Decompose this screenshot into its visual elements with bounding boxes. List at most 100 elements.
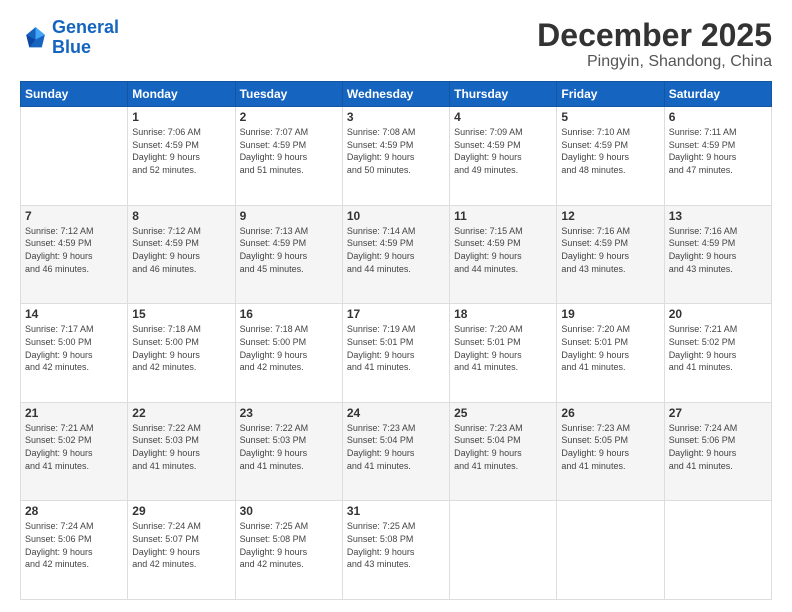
table-row (450, 501, 557, 600)
day-info: Sunrise: 7:12 AM Sunset: 4:59 PM Dayligh… (25, 225, 123, 275)
day-number: 27 (669, 406, 767, 420)
day-number: 5 (561, 110, 659, 124)
table-row: 6 Sunrise: 7:11 AM Sunset: 4:59 PM Daylig… (664, 107, 771, 206)
table-row: 24 Sunrise: 7:23 AM Sunset: 5:04 PM Dayli… (342, 402, 449, 501)
day-number: 29 (132, 504, 230, 518)
calendar-week-row: 21Sunrise: 7:21 AM Sunset: 5:02 PM Dayli… (21, 402, 772, 501)
day-info: Sunrise: 7:14 AM Sunset: 4:59 PM Dayligh… (347, 225, 445, 275)
table-row: 15Sunrise: 7:18 AM Sunset: 5:00 PM Dayli… (128, 304, 235, 403)
table-row: 20 Sunrise: 7:21 AM Sunset: 5:02 PM Dayli… (664, 304, 771, 403)
calendar-week-row: 14 Sunrise: 7:17 AM Sunset: 5:00 PM Dayli… (21, 304, 772, 403)
day-number: 22 (132, 406, 230, 420)
table-row (21, 107, 128, 206)
day-number: 14 (25, 307, 123, 321)
day-info: Sunrise: 7:23 AM Sunset: 5:04 PM Dayligh… (347, 422, 445, 472)
calendar-header-row: Sunday Monday Tuesday Wednesday Thursday… (21, 82, 772, 107)
day-info: Sunrise: 7:25 AM Sunset: 5:08 PM Dayligh… (240, 520, 338, 570)
table-row: 14 Sunrise: 7:17 AM Sunset: 5:00 PM Dayli… (21, 304, 128, 403)
table-row: 11 Sunrise: 7:15 AM Sunset: 4:59 PM Dayli… (450, 205, 557, 304)
table-row: 16Sunrise: 7:18 AM Sunset: 5:00 PM Dayli… (235, 304, 342, 403)
day-number: 9 (240, 209, 338, 223)
table-row: 26 Sunrise: 7:23 AM Sunset: 5:05 PM Dayli… (557, 402, 664, 501)
day-info: Sunrise: 7:23 AM Sunset: 5:05 PM Dayligh… (561, 422, 659, 472)
day-number: 12 (561, 209, 659, 223)
col-sunday: Sunday (21, 82, 128, 107)
day-number: 8 (132, 209, 230, 223)
day-number: 3 (347, 110, 445, 124)
day-info: Sunrise: 7:06 AM Sunset: 4:59 PM Dayligh… (132, 126, 230, 176)
day-info: Sunrise: 7:07 AM Sunset: 4:59 PM Dayligh… (240, 126, 338, 176)
col-saturday: Saturday (664, 82, 771, 107)
logo-text: General Blue (52, 18, 119, 58)
day-number: 11 (454, 209, 552, 223)
header: General Blue December 2025 Pingyin, Shan… (20, 18, 772, 71)
table-row: 1 Sunrise: 7:06 AM Sunset: 4:59 PM Daylig… (128, 107, 235, 206)
day-info: Sunrise: 7:16 AM Sunset: 4:59 PM Dayligh… (561, 225, 659, 275)
day-info: Sunrise: 7:15 AM Sunset: 4:59 PM Dayligh… (454, 225, 552, 275)
table-row (557, 501, 664, 600)
day-number: 24 (347, 406, 445, 420)
table-row: 28 Sunrise: 7:24 AM Sunset: 5:06 PM Dayli… (21, 501, 128, 600)
table-row: 31 Sunrise: 7:25 AM Sunset: 5:08 PM Dayli… (342, 501, 449, 600)
col-wednesday: Wednesday (342, 82, 449, 107)
table-row: 5 Sunrise: 7:10 AM Sunset: 4:59 PM Daylig… (557, 107, 664, 206)
col-friday: Friday (557, 82, 664, 107)
day-number: 2 (240, 110, 338, 124)
day-number: 28 (25, 504, 123, 518)
calendar-table: Sunday Monday Tuesday Wednesday Thursday… (20, 81, 772, 600)
table-row: 7 Sunrise: 7:12 AM Sunset: 4:59 PM Daylig… (21, 205, 128, 304)
day-info: Sunrise: 7:24 AM Sunset: 5:06 PM Dayligh… (25, 520, 123, 570)
day-number: 26 (561, 406, 659, 420)
day-info: Sunrise: 7:24 AM Sunset: 5:07 PM Dayligh… (132, 520, 230, 570)
day-info: Sunrise: 7:17 AM Sunset: 5:00 PM Dayligh… (25, 323, 123, 373)
day-info: Sunrise: 7:18 AM Sunset: 5:00 PM Dayligh… (132, 323, 230, 373)
logo-icon (20, 24, 48, 52)
day-info: Sunrise: 7:22 AM Sunset: 5:03 PM Dayligh… (240, 422, 338, 472)
table-row: 8 Sunrise: 7:12 AM Sunset: 4:59 PM Daylig… (128, 205, 235, 304)
day-info: Sunrise: 7:13 AM Sunset: 4:59 PM Dayligh… (240, 225, 338, 275)
table-row: 25Sunrise: 7:23 AM Sunset: 5:04 PM Dayli… (450, 402, 557, 501)
day-info: Sunrise: 7:10 AM Sunset: 4:59 PM Dayligh… (561, 126, 659, 176)
day-number: 1 (132, 110, 230, 124)
table-row: 19Sunrise: 7:20 AM Sunset: 5:01 PM Dayli… (557, 304, 664, 403)
table-row: 22Sunrise: 7:22 AM Sunset: 5:03 PM Dayli… (128, 402, 235, 501)
day-number: 17 (347, 307, 445, 321)
day-info: Sunrise: 7:24 AM Sunset: 5:06 PM Dayligh… (669, 422, 767, 472)
day-number: 16 (240, 307, 338, 321)
day-info: Sunrise: 7:12 AM Sunset: 4:59 PM Dayligh… (132, 225, 230, 275)
location: Pingyin, Shandong, China (537, 53, 772, 71)
logo: General Blue (20, 18, 119, 58)
calendar-week-row: 7 Sunrise: 7:12 AM Sunset: 4:59 PM Daylig… (21, 205, 772, 304)
day-number: 13 (669, 209, 767, 223)
day-info: Sunrise: 7:08 AM Sunset: 4:59 PM Dayligh… (347, 126, 445, 176)
day-number: 20 (669, 307, 767, 321)
day-number: 18 (454, 307, 552, 321)
col-tuesday: Tuesday (235, 82, 342, 107)
table-row: 2 Sunrise: 7:07 AM Sunset: 4:59 PM Daylig… (235, 107, 342, 206)
table-row: 27 Sunrise: 7:24 AM Sunset: 5:06 PM Dayli… (664, 402, 771, 501)
table-row: 23Sunrise: 7:22 AM Sunset: 5:03 PM Dayli… (235, 402, 342, 501)
day-number: 6 (669, 110, 767, 124)
month-title: December 2025 (537, 18, 772, 53)
table-row: 17 Sunrise: 7:19 AM Sunset: 5:01 PM Dayli… (342, 304, 449, 403)
calendar-week-row: 1 Sunrise: 7:06 AM Sunset: 4:59 PM Daylig… (21, 107, 772, 206)
day-info: Sunrise: 7:21 AM Sunset: 5:02 PM Dayligh… (669, 323, 767, 373)
day-info: Sunrise: 7:25 AM Sunset: 5:08 PM Dayligh… (347, 520, 445, 570)
table-row: 9 Sunrise: 7:13 AM Sunset: 4:59 PM Daylig… (235, 205, 342, 304)
col-thursday: Thursday (450, 82, 557, 107)
day-number: 31 (347, 504, 445, 518)
day-info: Sunrise: 7:21 AM Sunset: 5:02 PM Dayligh… (25, 422, 123, 472)
table-row: 10 Sunrise: 7:14 AM Sunset: 4:59 PM Dayli… (342, 205, 449, 304)
day-number: 10 (347, 209, 445, 223)
table-row: 3 Sunrise: 7:08 AM Sunset: 4:59 PM Daylig… (342, 107, 449, 206)
title-block: December 2025 Pingyin, Shandong, China (537, 18, 772, 71)
day-number: 7 (25, 209, 123, 223)
table-row: 12 Sunrise: 7:16 AM Sunset: 4:59 PM Dayli… (557, 205, 664, 304)
day-info: Sunrise: 7:19 AM Sunset: 5:01 PM Dayligh… (347, 323, 445, 373)
table-row: 29 Sunrise: 7:24 AM Sunset: 5:07 PM Dayli… (128, 501, 235, 600)
table-row: 30Sunrise: 7:25 AM Sunset: 5:08 PM Dayli… (235, 501, 342, 600)
day-info: Sunrise: 7:11 AM Sunset: 4:59 PM Dayligh… (669, 126, 767, 176)
day-number: 19 (561, 307, 659, 321)
logo-line2: Blue (52, 38, 119, 58)
day-info: Sunrise: 7:20 AM Sunset: 5:01 PM Dayligh… (454, 323, 552, 373)
